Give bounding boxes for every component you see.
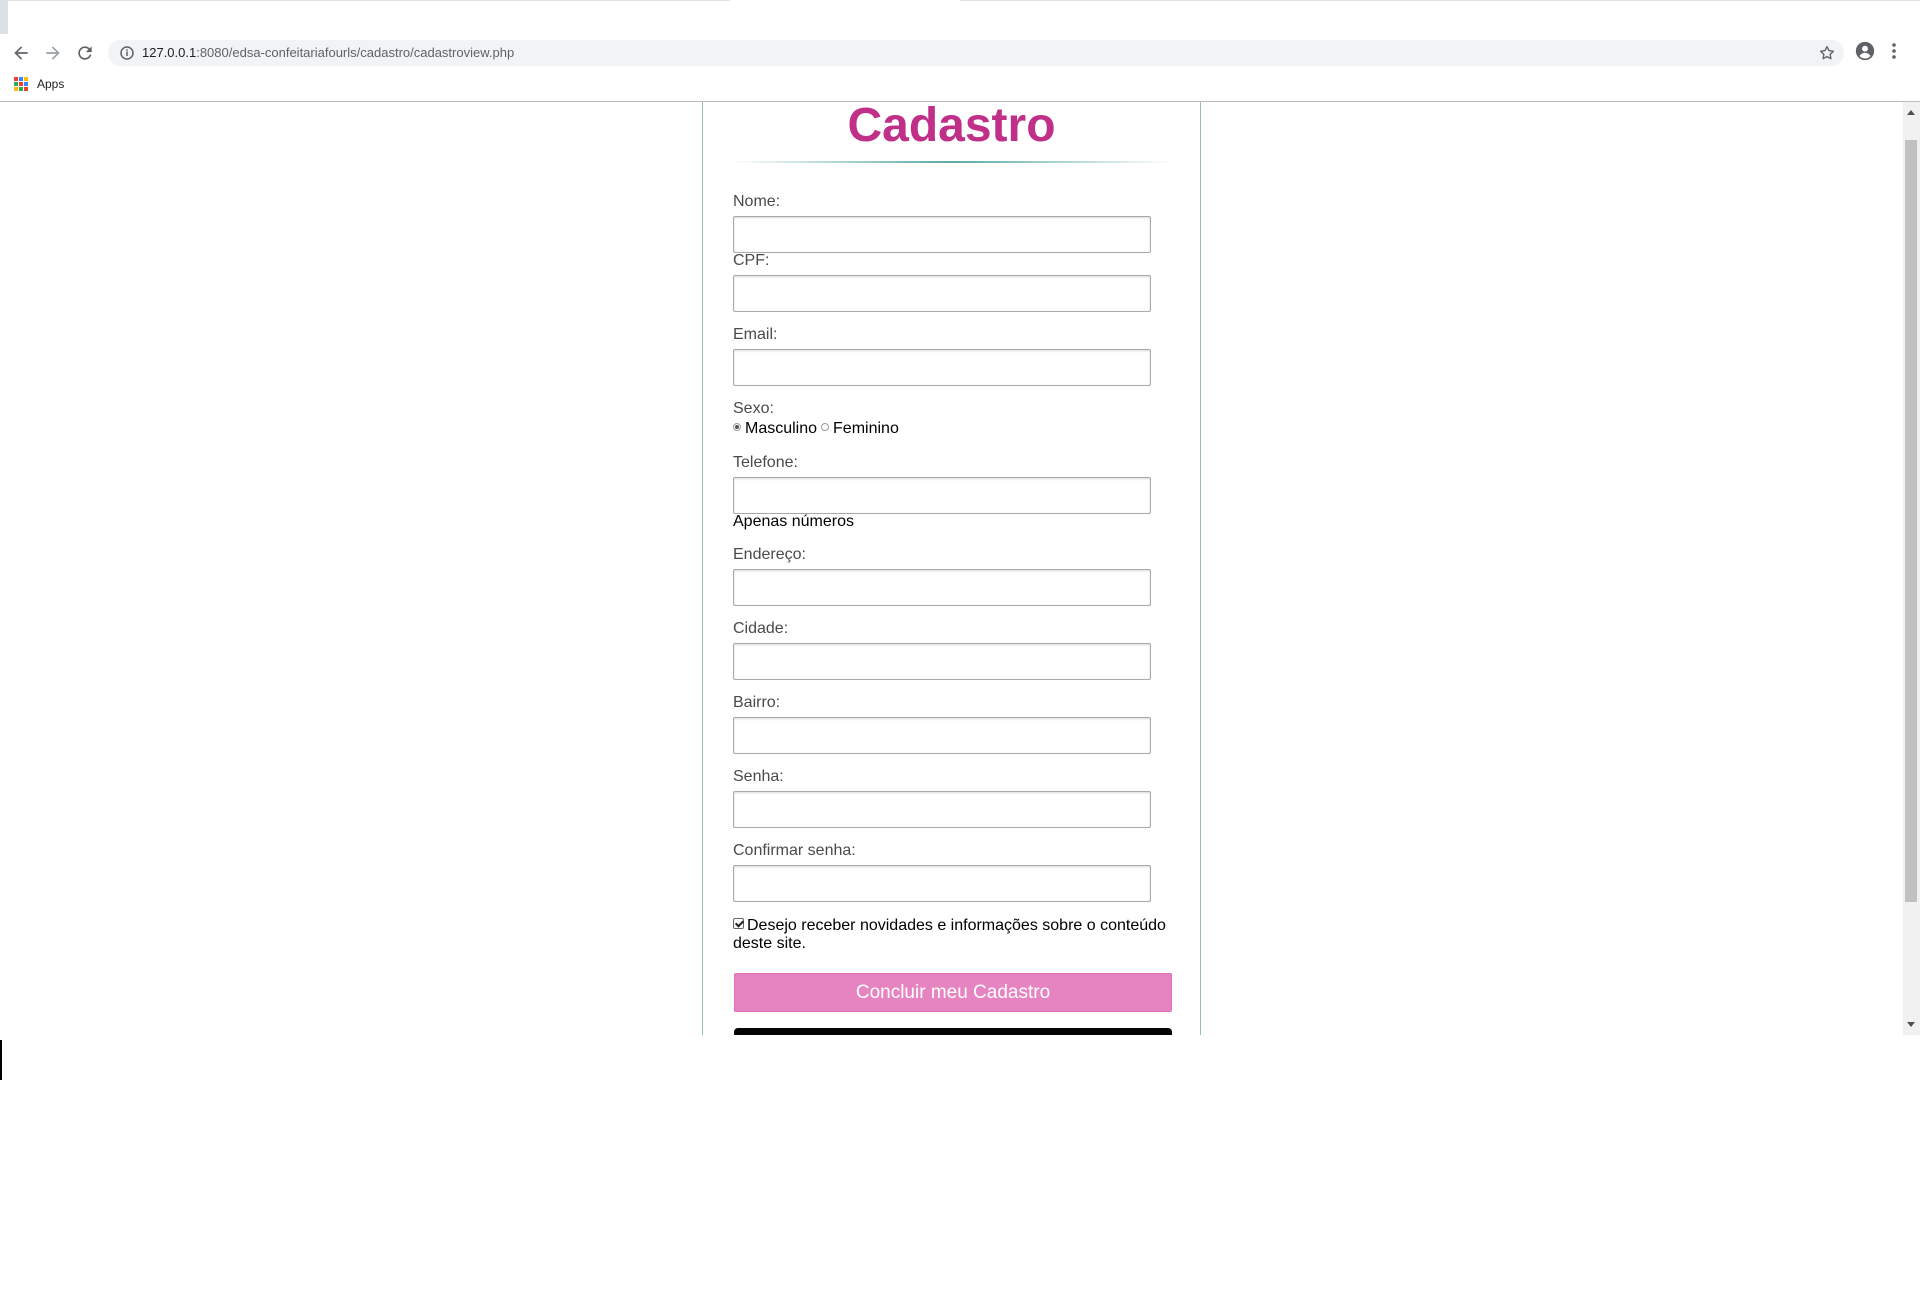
cpf-label: CPF:	[733, 252, 770, 269]
apps-grid-icon	[14, 77, 28, 91]
tab-strip-divider	[8, 0, 730, 1]
scroll-up-icon[interactable]	[1907, 110, 1915, 115]
text-cursor	[0, 1040, 2, 1080]
more-vert-icon[interactable]	[1886, 40, 1902, 62]
radio-feminino-label[interactable]: Feminino	[833, 420, 899, 438]
browser-toolbar: 127.0.0.1:8080/edsa-confeitariafourls/ca…	[0, 34, 1920, 70]
radio-feminino[interactable]	[821, 423, 830, 431]
submit-button[interactable]: Concluir meu Cadastro	[734, 973, 1172, 1012]
cpf-input[interactable]	[733, 275, 1151, 312]
page-title: Cadastro	[847, 102, 1056, 152]
page-scrollbar[interactable]	[1903, 102, 1920, 1035]
tab-strip-edge	[0, 0, 8, 34]
endereco-input[interactable]	[733, 569, 1151, 606]
cidade-label: Cidade:	[733, 620, 789, 637]
email-label: Email:	[733, 326, 778, 343]
sexo-label: Sexo:	[733, 400, 774, 417]
star-icon[interactable]	[1818, 44, 1836, 62]
radio-masculino-label[interactable]: Masculino	[745, 420, 817, 438]
nome-input[interactable]	[733, 216, 1151, 253]
senha-input[interactable]	[733, 791, 1151, 828]
address-bar[interactable]: 127.0.0.1:8080/edsa-confeitariafourls/ca…	[108, 40, 1844, 66]
bookmarks-bar: Apps	[0, 70, 1920, 102]
url-text[interactable]: 127.0.0.1:8080/edsa-confeitariafourls/ca…	[142, 45, 514, 60]
apps-label: Apps	[37, 77, 65, 91]
tab-strip-divider	[960, 0, 1920, 1]
arrow-left-icon[interactable]	[6, 38, 36, 68]
tab-strip	[0, 0, 1920, 34]
account-icon[interactable]	[1854, 40, 1876, 62]
newsletter-label[interactable]: Desejo receber novidades e informações s…	[733, 917, 1166, 952]
bairro-input[interactable]	[733, 717, 1151, 754]
apps-shortcut[interactable]: Apps	[14, 77, 64, 91]
scrollbar-thumb[interactable]	[1905, 140, 1917, 902]
nome-label: Nome:	[733, 193, 781, 210]
newsletter-checkbox[interactable]	[733, 918, 744, 929]
confirmar-senha-label: Confirmar senha:	[733, 842, 856, 859]
senha-label: Senha:	[733, 768, 784, 785]
email-input[interactable]	[733, 349, 1151, 386]
endereco-label: Endereço:	[733, 546, 806, 563]
secondary-button[interactable]	[734, 1028, 1172, 1035]
arrow-right-icon[interactable]	[38, 38, 68, 68]
title-divider	[733, 161, 1170, 163]
newsletter-option: Desejo receber novidades e informações s…	[733, 917, 1183, 953]
page-viewport: Cadastro Nome: CPF: Email: Sexo: Masculi…	[0, 102, 1903, 1035]
confirmar-senha-input[interactable]	[733, 865, 1151, 902]
register-form-card: Cadastro Nome: CPF: Email: Sexo: Masculi…	[702, 102, 1201, 1035]
sexo-radio-group: Masculino Feminino	[733, 420, 903, 438]
telefone-hint: Apenas números	[733, 513, 854, 530]
scroll-down-icon[interactable]	[1907, 1022, 1915, 1027]
url-host: 127.0.0.1	[142, 45, 197, 60]
telefone-label: Telefone:	[733, 454, 798, 471]
bairro-label: Bairro:	[733, 694, 781, 711]
telefone-input[interactable]	[733, 477, 1151, 514]
url-path: :8080/edsa-confeitariafourls/cadastro/ca…	[196, 45, 515, 60]
info-icon[interactable]	[118, 44, 136, 62]
reload-icon[interactable]	[70, 38, 100, 68]
cidade-input[interactable]	[733, 643, 1151, 680]
radio-masculino[interactable]	[733, 423, 741, 431]
